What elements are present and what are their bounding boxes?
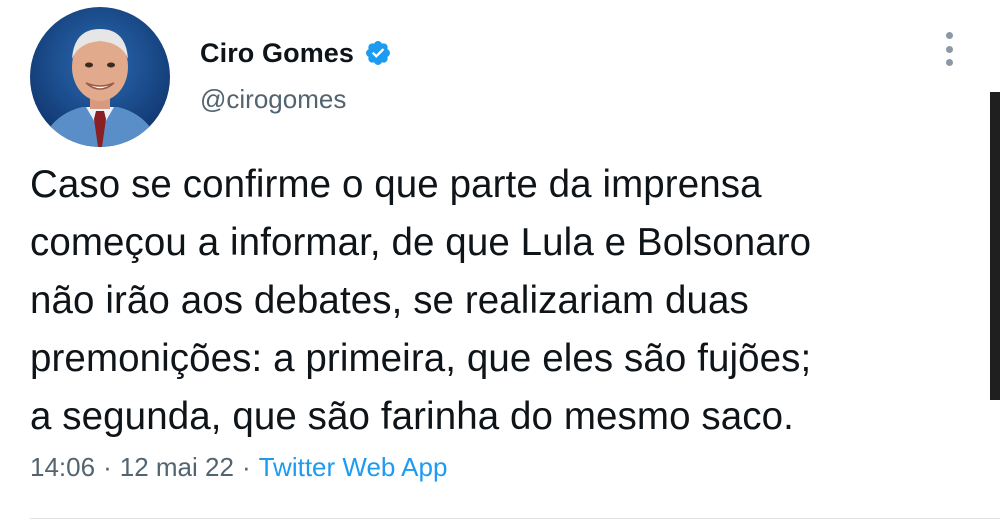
meta-separator: · bbox=[241, 452, 251, 482]
verified-badge-icon bbox=[364, 39, 392, 67]
more-dot bbox=[945, 59, 953, 66]
more-dot bbox=[945, 32, 953, 39]
name-row: Ciro Gomes bbox=[200, 35, 392, 71]
meta-separator: · bbox=[103, 452, 112, 482]
scrollbar[interactable] bbox=[990, 92, 1000, 400]
tweet-text-line: a segunda, que são farinha do mesmo saco… bbox=[30, 395, 794, 438]
avatar-image bbox=[30, 7, 170, 147]
tweet-meta: 14:06 · 12 mai 22 · Twitter Web App bbox=[30, 452, 447, 483]
more-dot bbox=[945, 45, 953, 53]
tweet-text-line: premonições: a primeira, que eles são fu… bbox=[30, 337, 812, 380]
tweet-text-line: começou a informar, de que Lula e Bolson… bbox=[30, 221, 812, 264]
display-name[interactable]: Ciro Gomes bbox=[200, 38, 354, 69]
tweet-time[interactable]: 14:06 bbox=[30, 452, 95, 482]
tweet-text-line: não irão aos debates, se realizariam dua… bbox=[30, 279, 749, 322]
tweet-source-link[interactable]: Twitter Web App bbox=[259, 452, 448, 482]
tweet-card: Ciro Gomes @cirogomes Caso se confirme o… bbox=[0, 0, 1000, 525]
avatar[interactable] bbox=[30, 7, 170, 147]
user-handle[interactable]: @cirogomes bbox=[200, 84, 346, 115]
tweet-text: Caso se confirme o que parte da imprensa… bbox=[30, 156, 980, 446]
divider bbox=[30, 518, 1000, 519]
tweet-text-line: Caso se confirme o que parte da imprensa bbox=[30, 163, 762, 206]
more-vertical-icon[interactable] bbox=[936, 28, 962, 70]
tweet-date[interactable]: 12 mai 22 bbox=[120, 452, 234, 482]
